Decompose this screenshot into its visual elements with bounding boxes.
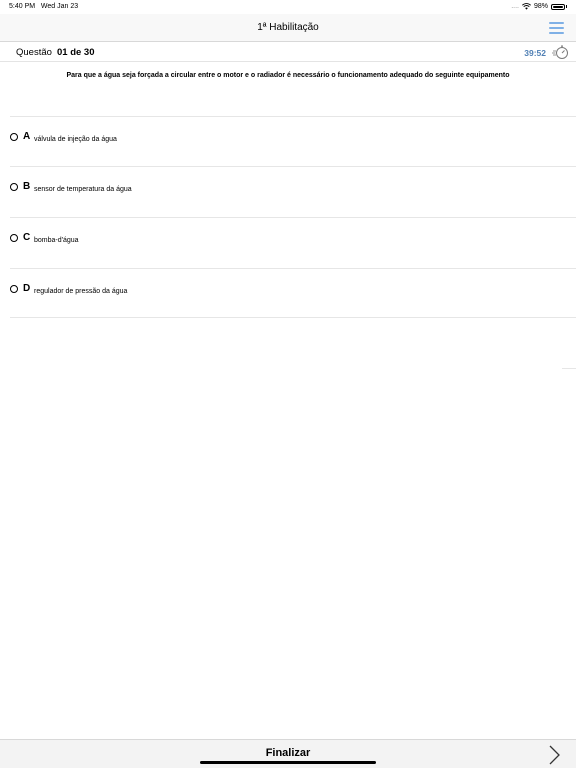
option-text: sensor de temperatura da água — [34, 186, 132, 193]
timer-text: 39:52 — [524, 48, 546, 58]
status-time: 5:40 PM Wed Jan 23 — [9, 3, 78, 10]
option-d[interactable]: D regulador de pressão da água — [10, 268, 576, 318]
option-text: válvula de injeção da água — [34, 136, 117, 143]
page-title: 1ª Habilitação — [257, 22, 319, 33]
battery-percent: 98% — [533, 3, 548, 10]
radio-d[interactable] — [10, 285, 18, 293]
signal-dots: .... — [511, 3, 519, 10]
menu-line — [549, 32, 564, 34]
question-text: Para que a água seja forçada a circular … — [66, 72, 510, 79]
option-text: bomba-d'água — [34, 237, 79, 244]
wifi-icon — [522, 3, 531, 10]
menu-line — [549, 27, 564, 29]
radio-c[interactable] — [10, 234, 18, 242]
divider — [562, 368, 576, 369]
question-number: 01 de 30 — [57, 47, 95, 58]
chevron-right-icon[interactable] — [548, 745, 560, 765]
option-a[interactable]: A válvula de injeção da água — [10, 116, 576, 166]
status-date: Wed Jan 23 — [40, 3, 79, 10]
nav-bar: 1ª Habilitação — [0, 14, 576, 42]
option-letter: D — [23, 283, 31, 294]
battery-icon — [551, 3, 565, 10]
option-letter: A — [23, 131, 31, 142]
finalize-button[interactable]: Finalizar — [0, 747, 576, 759]
status-bar: 5:40 PM Wed Jan 23 .... 98% — [0, 0, 576, 14]
battery-tip — [566, 5, 567, 8]
status-indicators: .... 98% — [511, 3, 567, 10]
question-label: Questão — [16, 47, 52, 58]
option-text: regulador de pressão da água — [34, 288, 128, 295]
question-header: Questão 01 de 30 39:52 — [0, 42, 576, 62]
option-letter: B — [23, 181, 31, 192]
status-clock: 5:40 PM — [9, 3, 36, 10]
menu-line — [549, 22, 564, 24]
radio-b[interactable] — [10, 183, 18, 191]
radio-a[interactable] — [10, 133, 18, 141]
option-letter: C — [23, 232, 31, 243]
stopwatch-icon[interactable] — [552, 44, 570, 60]
home-indicator — [200, 761, 376, 764]
hamburger-menu-icon[interactable] — [549, 22, 564, 34]
option-b[interactable]: B sensor de temperatura da água — [10, 166, 576, 216]
option-c[interactable]: C bomba-d'água — [10, 217, 576, 267]
battery-fill — [553, 5, 563, 8]
